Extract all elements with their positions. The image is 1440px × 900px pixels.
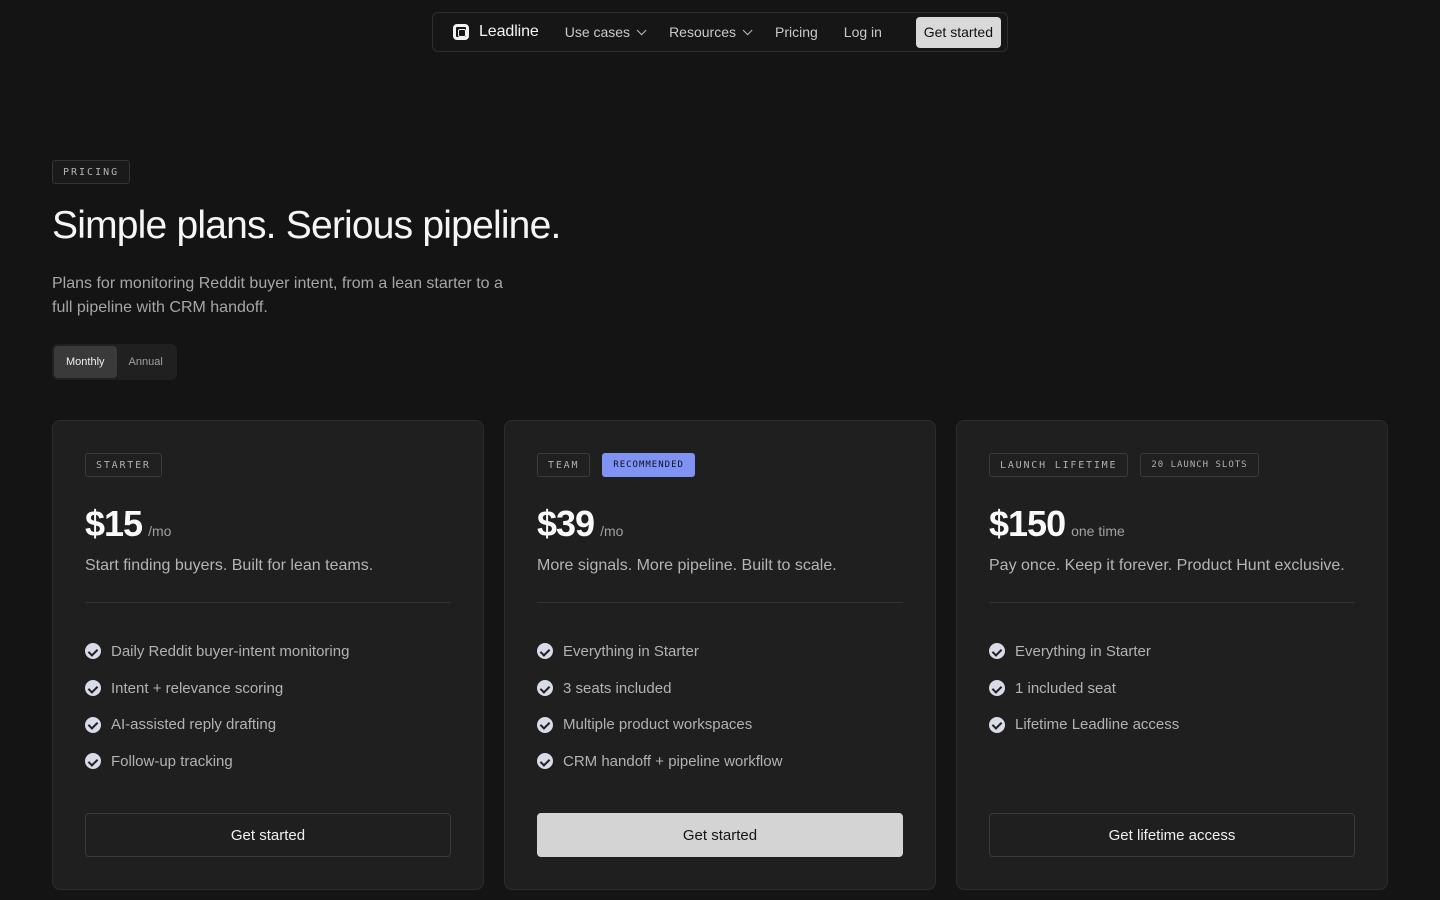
check-circle-icon [85, 643, 101, 660]
recommended-badge: RECOMMENDED [602, 453, 695, 477]
feature-text: 3 seats included [563, 679, 672, 697]
feature-text: Intent + relevance scoring [111, 679, 284, 697]
check-circle-icon [85, 680, 101, 697]
feature-text: Lifetime Leadline access [1015, 716, 1180, 734]
check-circle-icon [537, 716, 553, 733]
plan-price: $39 [537, 503, 595, 544]
chevron-down-icon [636, 24, 647, 35]
chevron-down-icon [742, 24, 753, 35]
feature-list: Everything in Starter 3 seats included M… [537, 633, 903, 780]
plan-card-starter: STARTER $15 /mo Start finding buyers. Bu… [52, 420, 484, 890]
plan-price: $150 [989, 503, 1066, 544]
nav-resources[interactable]: Resources [669, 24, 753, 40]
nav-pricing[interactable]: Pricing [775, 24, 818, 40]
page-subtitle: Plans for monitoring Reddit buyer intent… [52, 275, 503, 316]
feature-text: Multiple product workspaces [563, 716, 753, 734]
list-item: 3 seats included [537, 670, 903, 707]
plan-period: /mo [600, 523, 624, 539]
divider [85, 602, 451, 603]
divider [989, 602, 1355, 603]
top-nav: Leadline Use cases Resources Pricing Log… [432, 12, 1008, 52]
plan-period: one time [1071, 523, 1125, 539]
launch-slots-badge: 20 LAUNCH SLOTS [1140, 453, 1259, 477]
team-get-started-button[interactable]: Get started [537, 813, 903, 857]
starter-get-started-button[interactable]: Get started [85, 813, 451, 857]
lifetime-access-button[interactable]: Get lifetime access [989, 813, 1355, 857]
nav-pricing-label: Pricing [774, 24, 818, 40]
nav-resources-label: Resources [669, 24, 736, 40]
feature-text: CRM handoff + pipeline workflow [563, 752, 783, 770]
brand[interactable]: Leadline [453, 23, 539, 41]
plan-description: Start finding buyers. Built for lean tea… [85, 557, 374, 574]
feature-text: AI-assisted reply drafting [111, 716, 277, 734]
list-item: Everything in Starter [989, 633, 1355, 670]
check-circle-icon [537, 680, 553, 697]
nav-use-cases-label: Use cases [564, 24, 631, 40]
list-item: Everything in Starter [537, 633, 903, 670]
nav-use-cases[interactable]: Use cases [564, 24, 647, 40]
check-circle-icon [537, 753, 553, 770]
feature-text: Everything in Starter [1015, 642, 1151, 660]
plan-card-lifetime: LAUNCH LIFETIME 20 LAUNCH SLOTS $150 one… [956, 420, 1388, 890]
login-link[interactable]: Log in [844, 24, 882, 40]
feature-text: Everything in Starter [563, 642, 699, 660]
list-item: Daily Reddit buyer-intent monitoring [85, 633, 451, 670]
billing-toggle: Monthly Annual [52, 344, 177, 380]
list-item: CRM handoff + pipeline workflow [537, 743, 903, 780]
pricing-badge: PRICING [52, 160, 131, 184]
check-circle-icon [989, 716, 1005, 733]
list-item: Follow-up tracking [85, 743, 451, 780]
list-item: 1 included seat [989, 670, 1355, 707]
list-item: Lifetime Leadline access [989, 706, 1355, 743]
divider [537, 602, 903, 603]
list-item: Intent + relevance scoring [85, 670, 451, 707]
feature-text: Follow-up tracking [111, 752, 233, 770]
plan-tag: LAUNCH LIFETIME [989, 453, 1129, 477]
plan-description: Pay once. Keep it forever. Product Hunt … [989, 557, 1345, 574]
list-item: AI-assisted reply drafting [85, 706, 451, 743]
get-started-button[interactable]: Get started [915, 16, 1001, 48]
plan-price: $15 [85, 503, 143, 544]
plan-description: More signals. More pipeline. Built to sc… [537, 557, 837, 574]
feature-list: Daily Reddit buyer-intent monitoring Int… [85, 633, 451, 780]
check-circle-icon [537, 643, 553, 660]
plan-tag: STARTER [85, 453, 162, 477]
feature-text: Daily Reddit buyer-intent monitoring [111, 642, 350, 660]
plan-period: /mo [148, 523, 172, 539]
feature-list: Everything in Starter 1 included seat Li… [989, 633, 1355, 743]
brand-name: Leadline [479, 23, 539, 40]
feature-text: 1 included seat [1015, 679, 1116, 697]
check-circle-icon [85, 753, 101, 770]
page-title: Simple plans. Serious pipeline. [52, 204, 561, 247]
check-circle-icon [989, 680, 1005, 697]
plan-card-team: TEAM RECOMMENDED $39 /mo More signals. M… [504, 420, 936, 890]
billing-annual[interactable]: Annual [117, 346, 175, 378]
check-circle-icon [989, 643, 1005, 660]
billing-monthly[interactable]: Monthly [54, 346, 117, 378]
check-circle-icon [85, 716, 101, 733]
plan-tag: TEAM [537, 453, 591, 477]
leadline-logo-icon [453, 24, 469, 40]
list-item: Multiple product workspaces [537, 706, 903, 743]
